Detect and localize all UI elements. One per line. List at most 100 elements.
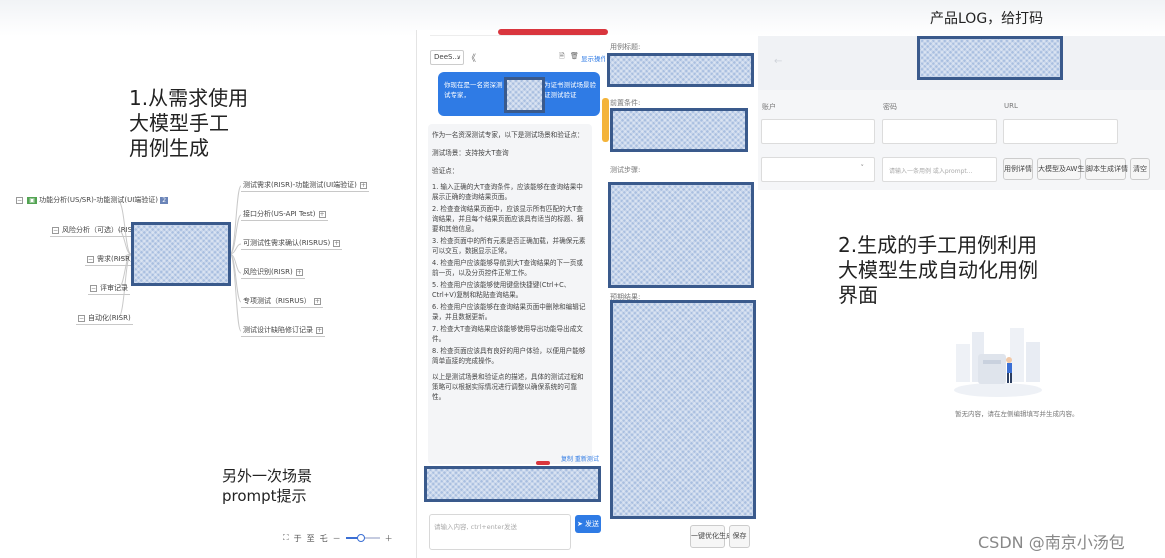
zoom-slider-thumb[interactable]: [356, 534, 365, 542]
redacted-response-footer: [424, 466, 601, 502]
save-button[interactable]: 保存: [729, 525, 750, 548]
annotation-section2-line: 大模型生成自动化用例: [838, 258, 1038, 282]
script-detail-button[interactable]: 脚本生成详情: [1085, 158, 1128, 180]
watermark: CSDN @南京小汤包: [978, 533, 1125, 552]
document-icon[interactable]: 🗎: [559, 52, 565, 63]
case-select[interactable]: ˅: [761, 157, 875, 182]
mindmap-node-label: 可测试性需求确认(RISRUS): [243, 239, 331, 247]
collapse-icon[interactable]: +: [316, 326, 323, 334]
redacted-user-message: [504, 77, 545, 113]
redacted-product-logo: [917, 36, 1063, 80]
mindmap-root-label: 功能分析(US/SR)-功能测试(UI端验证): [39, 196, 159, 204]
mindmap-toolbar: ⛶ 于 至 乇 － ＋: [283, 529, 399, 547]
response-line: 作为一名资深测试专家，以下是测试场景和验证点：: [432, 131, 584, 139]
chat-input[interactable]: 请输入内容, ctrl+enter发送: [429, 514, 571, 550]
mindmap-node-label: 自动化(RISR): [88, 314, 131, 322]
collapse-icon[interactable]: −: [52, 226, 59, 234]
optimize-generate-button[interactable]: 一键优化生成: [690, 525, 733, 548]
fit-screen-icon[interactable]: ⛶: [283, 533, 289, 543]
empty-state-text: 暂无内容，请在左侧编辑填写并生成内容。: [955, 410, 1079, 418]
annotation-section2: 2.生成的手工用例利用 大模型生成自动化用例 界面: [838, 233, 1038, 308]
empty-state-illustration: [954, 328, 1042, 397]
collapse-icon[interactable]: +: [359, 181, 367, 189]
collapse-icon[interactable]: +: [313, 297, 321, 305]
account-label: 账户: [762, 103, 776, 111]
collapse-icon[interactable]: −: [90, 284, 97, 292]
collapse-handle[interactable]: [602, 98, 609, 142]
response-line: 4. 检查用户应该能够导航到大T查询结果的下一页或前一页，以及分页控件正常工作。: [432, 259, 583, 277]
send-button[interactable]: ➤ 发送: [575, 515, 601, 533]
response-line: 5. 检查用户应该能够使用键盘快捷键(Ctrl+C、Ctrl+V)复制和粘贴查询…: [432, 281, 571, 299]
mindmap-node-label: 测试设计缺陷修订记录: [243, 326, 313, 334]
precondition-label: 前置条件:: [610, 99, 641, 107]
send-icon: ➤: [576, 520, 583, 528]
user-message-text: 你现在是一名资深测试专家，: [444, 81, 503, 99]
zoom-out-icon[interactable]: －: [333, 533, 341, 544]
redacted-stroke: [536, 461, 550, 465]
collapse-icon[interactable]: +: [318, 210, 326, 218]
collapse-icon[interactable]: −: [87, 255, 94, 263]
response-actions[interactable]: 复制 重新测试: [561, 454, 599, 463]
mindmap-node-label: 测试需求(RISR)-功能测试(UI端验证): [243, 181, 357, 189]
redacted-test-steps: [608, 182, 754, 288]
url-field[interactable]: [1003, 119, 1118, 144]
test-steps-label: 测试步骤:: [610, 166, 641, 174]
account-field[interactable]: [761, 119, 875, 144]
redacted-central-topic: [131, 222, 231, 286]
response-line: 验证点：: [432, 167, 459, 175]
response-line: 7. 检查大T查询结果应该能够使用导出功能导出成文件。: [432, 325, 583, 343]
mindmap-right-node[interactable]: 可测试性需求确认(RISRUS) +: [241, 238, 343, 250]
mindmap-left-node[interactable]: − 评审记录: [88, 283, 130, 295]
root-badge: 2: [160, 197, 169, 204]
mindmap-node-label: 专项测试（RISRUS）: [243, 297, 311, 305]
mindmap-right-node[interactable]: 接口分析(US-API Test) +: [241, 209, 328, 221]
mindmap-node-label: 接口分析(US-API Test): [243, 210, 316, 218]
toolbar-tool-icon[interactable]: 乇: [320, 533, 328, 544]
mindmap-right-node[interactable]: 风险识别(RISR) +: [241, 267, 305, 279]
chat-prev-text: [430, 30, 600, 36]
password-label: 密码: [883, 103, 897, 111]
response-line: 1. 输入正确的大T查询条件，应该能够在查询结果中展示正确的查询结果页面。: [432, 183, 583, 201]
mindmap-left-node[interactable]: − 需求(RISR): [85, 254, 135, 266]
mindmap-right-node[interactable]: 专项测试（RISRUS） +: [241, 296, 323, 308]
prompt-input-placeholder: 请输入一条用例 或入prompt...: [889, 168, 973, 175]
collapse-icon[interactable]: +: [333, 239, 341, 247]
toolbar-tool-icon[interactable]: 至: [307, 533, 315, 544]
mindmap-root-node[interactable]: − ▣ 功能分析(US/SR)-功能测试(UI端验证) 2: [14, 195, 170, 206]
annotation-section2-line: 2.生成的手工用例利用: [838, 233, 1038, 257]
collapse-icon[interactable]: −: [78, 314, 85, 322]
case-title-label: 用例标题:: [610, 43, 641, 51]
llm-aw-generate-button[interactable]: 大模型及AW生成: [1037, 158, 1091, 180]
chevron-down-icon: ˅: [860, 164, 865, 172]
response-line: 以上是测试场景和验证点的描述，具体的测试过程和策略可以根据实际情况进行调整以确保…: [432, 373, 584, 401]
delete-icon[interactable]: 🗑: [570, 52, 579, 60]
mindmap-right-node[interactable]: 测试设计缺陷修订记录 +: [241, 325, 325, 337]
model-select[interactable]: DeeS... ∨: [430, 50, 464, 65]
mindmap-left-node[interactable]: − 自动化(RISR): [76, 313, 133, 325]
back-arrow-icon[interactable]: ←: [774, 56, 782, 67]
password-field[interactable]: [882, 119, 997, 144]
annotation-section2-line: 界面: [838, 283, 878, 307]
mindmap-node-label: 评审记录: [100, 284, 128, 292]
send-button-label: 发送: [585, 520, 600, 528]
url-label: URL: [1004, 102, 1018, 110]
mindmap-right-node[interactable]: 测试需求(RISR)-功能测试(UI端验证) +: [241, 180, 369, 192]
response-line: 6. 检查用户应该能够在查询结果页面中删除和编辑记录，并且数据更新。: [432, 303, 586, 321]
clear-button[interactable]: 清空: [1130, 158, 1150, 180]
show-actions-link[interactable]: 显示操作: [581, 53, 607, 63]
mindmap-node-label: 需求(RISR): [97, 255, 133, 263]
prompt-input[interactable]: 请输入一条用例 或入prompt...: [882, 157, 997, 182]
zoom-slider[interactable]: [345, 534, 380, 542]
assistant-response: 作为一名资深测试专家，以下是测试场景和验证点： 测试场景：支持按大T查询 验证点…: [428, 124, 592, 464]
back-icon[interactable]: 《: [467, 51, 476, 64]
chat-input-placeholder: 请输入内容, ctrl+enter发送: [434, 523, 518, 531]
collapse-icon[interactable]: +: [295, 268, 303, 276]
zoom-in-icon[interactable]: ＋: [385, 533, 393, 544]
toolbar-tool-icon[interactable]: 于: [294, 533, 302, 544]
case-detail-button[interactable]: 用例详情: [1003, 158, 1033, 180]
annotation-top-right: 产品LOG，给打码: [930, 11, 1044, 27]
collapse-icon[interactable]: −: [16, 196, 23, 204]
redacted-precondition: [610, 108, 748, 152]
mindmap-node-label: 风险识别(RISR): [243, 268, 293, 276]
root-tag-icon: ▣: [27, 197, 37, 204]
